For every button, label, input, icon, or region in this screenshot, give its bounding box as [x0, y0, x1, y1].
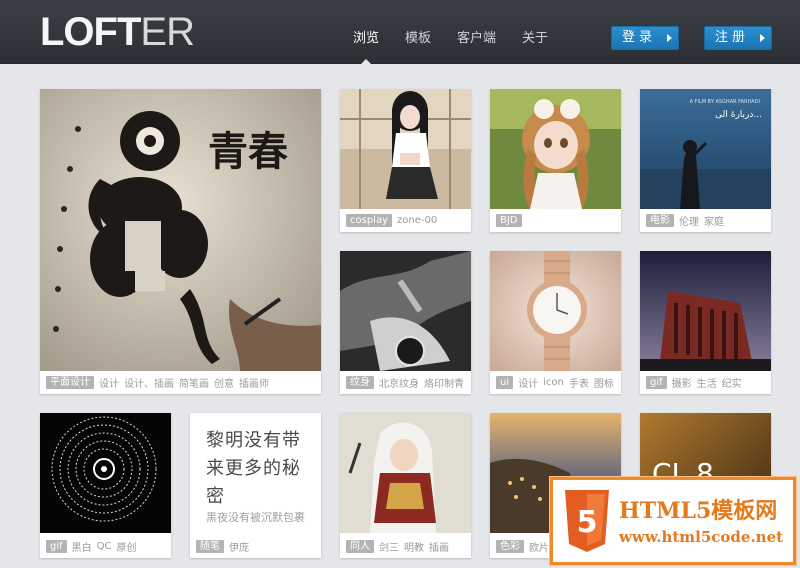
- tag-primary[interactable]: 随笔: [196, 539, 224, 553]
- nav-browse[interactable]: 浏览: [340, 0, 392, 65]
- logo-text-left: LOFT: [40, 10, 141, 54]
- post-tags: BJD: [496, 213, 617, 227]
- post-image-youth-illustration: 青春: [40, 89, 321, 371]
- nav-templates[interactable]: 模板: [392, 0, 444, 64]
- post-card-watch[interactable]: ui 设计 icon 手表 图标: [490, 251, 621, 394]
- nav-about[interactable]: 关于: [509, 0, 561, 64]
- tag[interactable]: 伦理: [679, 213, 699, 228]
- post-tags: 纹身 北京纹身 烙印制青: [346, 375, 467, 389]
- lofter-logo[interactable]: LOFTER: [40, 10, 195, 54]
- post-tags: ui 设计 icon 手表 图标: [496, 375, 617, 389]
- watermark-title: HTML5模板网: [619, 498, 778, 524]
- watermark-url: www.html5code.net: [619, 528, 784, 546]
- tag[interactable]: 设计: [518, 375, 538, 390]
- tag-primary[interactable]: 平面设计: [46, 375, 94, 389]
- tag[interactable]: 家庭: [704, 213, 724, 228]
- post-card-fanart[interactable]: 同人 剑三 明教 插画: [340, 413, 471, 558]
- tag-primary[interactable]: cosplay: [346, 213, 392, 227]
- register-label: 注册: [714, 30, 749, 45]
- post-card-text[interactable]: 黎明没有带来更多的秘密 黑夜没有被沉默包裹 随笔 伊庞: [190, 413, 321, 558]
- post-card-cosplay[interactable]: cosplay zone-00: [340, 89, 471, 232]
- tag[interactable]: zone-00: [397, 215, 437, 226]
- tag[interactable]: 插画师: [239, 375, 269, 390]
- nav-browse-label: 浏览: [353, 31, 380, 46]
- tag[interactable]: QC: [97, 541, 112, 552]
- tag-primary[interactable]: gif: [46, 539, 67, 553]
- nav-templates-label: 模板: [405, 31, 432, 46]
- watermark-banner[interactable]: 5 HTML5模板网 www.html5code.net: [550, 477, 796, 565]
- top-header: LOFTER 浏览 模板 客户端 关于 登录 注册: [0, 0, 800, 65]
- post-tags: 随笔 伊庞: [196, 539, 317, 553]
- post-image-fanart: [340, 413, 471, 533]
- tag[interactable]: 图标: [594, 375, 614, 390]
- html5-shield-icon: 5: [563, 488, 611, 558]
- post-image-watch: [490, 251, 621, 371]
- tag[interactable]: 黑白: [72, 539, 92, 554]
- tag-primary[interactable]: ui: [496, 375, 514, 389]
- post-text: 黎明没有带来更多的秘密: [206, 430, 301, 507]
- tag-primary[interactable]: 色彩: [496, 539, 524, 553]
- post-tags: gif 黑白 QC 原创: [46, 539, 167, 553]
- tag[interactable]: 欧片: [529, 539, 549, 554]
- tag[interactable]: icon: [543, 377, 564, 388]
- post-subtext: 黑夜没有被沉默包裹: [206, 511, 305, 524]
- post-image-cosplay: [340, 89, 471, 209]
- art-text: 青春: [208, 128, 288, 175]
- post-tags: cosplay zone-00: [346, 213, 467, 227]
- arrow-right-icon: [667, 34, 672, 42]
- post-card-circles[interactable]: gif 黑白 QC 原创: [40, 413, 171, 558]
- tag-primary[interactable]: BJD: [496, 213, 522, 227]
- arrow-right-icon: [760, 34, 765, 42]
- tag-primary[interactable]: 电影: [646, 213, 674, 227]
- nav-client-label: 客户端: [457, 31, 497, 46]
- tag[interactable]: 北京纹身: [379, 375, 419, 390]
- post-image-tattoo: [340, 251, 471, 371]
- post-tags: 电影 伦理 家庭: [646, 213, 767, 227]
- tag[interactable]: 设计、插画: [124, 375, 174, 390]
- post-image-concentric-circles: [40, 413, 171, 533]
- tag[interactable]: 明教: [404, 539, 424, 554]
- login-button[interactable]: 登录: [611, 26, 679, 50]
- tag[interactable]: 生活: [697, 375, 717, 390]
- register-button[interactable]: 注册: [704, 26, 772, 50]
- post-image-bjd-doll: [490, 89, 621, 209]
- post-card-illustration[interactable]: 青春 平面设计 设计 设计、插画 简笔画 创意 插画师: [40, 89, 321, 394]
- logo-text-right: ER: [140, 10, 195, 54]
- tag[interactable]: 摄影: [672, 375, 692, 390]
- post-card-bjd[interactable]: BJD: [490, 89, 621, 232]
- post-card-tattoo[interactable]: 纹身 北京纹身 烙印制青: [340, 251, 471, 394]
- shield-number: 5: [577, 505, 598, 540]
- post-tags: 同人 剑三 明教 插画: [346, 539, 467, 553]
- tag[interactable]: 原创: [117, 539, 137, 554]
- poster-top-text: A FILM BY ASGHAR FARHADI: [690, 99, 760, 105]
- post-card-film[interactable]: A FILM BY ASGHAR FARHADI دربارهٔ الی... …: [640, 89, 771, 232]
- poster-title-text: دربارهٔ الی...: [715, 110, 762, 120]
- post-tags: gif 摄影 生活 纪实: [646, 375, 767, 389]
- tag-primary[interactable]: gif: [646, 375, 667, 389]
- tag[interactable]: 剑三: [379, 539, 399, 554]
- tag[interactable]: 设计: [99, 375, 119, 390]
- login-label: 登录: [621, 30, 656, 45]
- nav-client[interactable]: 客户端: [444, 0, 509, 64]
- post-image-building-night: [640, 251, 771, 371]
- post-image-film-poster: A FILM BY ASGHAR FARHADI دربارهٔ الی...: [640, 89, 771, 209]
- nav-about-label: 关于: [522, 31, 549, 46]
- main-nav: 浏览 模板 客户端 关于: [340, 0, 561, 65]
- nav-active-caret: [360, 59, 372, 65]
- post-card-building[interactable]: gif 摄影 生活 纪实: [640, 251, 771, 394]
- tag-primary[interactable]: 纹身: [346, 375, 374, 389]
- post-tags: 平面设计 设计 设计、插画 简笔画 创意 插画师: [46, 375, 317, 389]
- tag-primary[interactable]: 同人: [346, 539, 374, 553]
- tag[interactable]: 创意: [214, 375, 234, 390]
- tag[interactable]: 手表: [569, 375, 589, 390]
- tag[interactable]: 纪实: [722, 375, 742, 390]
- tag[interactable]: 烙印制青: [424, 375, 464, 390]
- tag[interactable]: 插画: [429, 539, 449, 554]
- tag[interactable]: 简笔画: [179, 375, 209, 390]
- tag[interactable]: 伊庞: [229, 539, 249, 554]
